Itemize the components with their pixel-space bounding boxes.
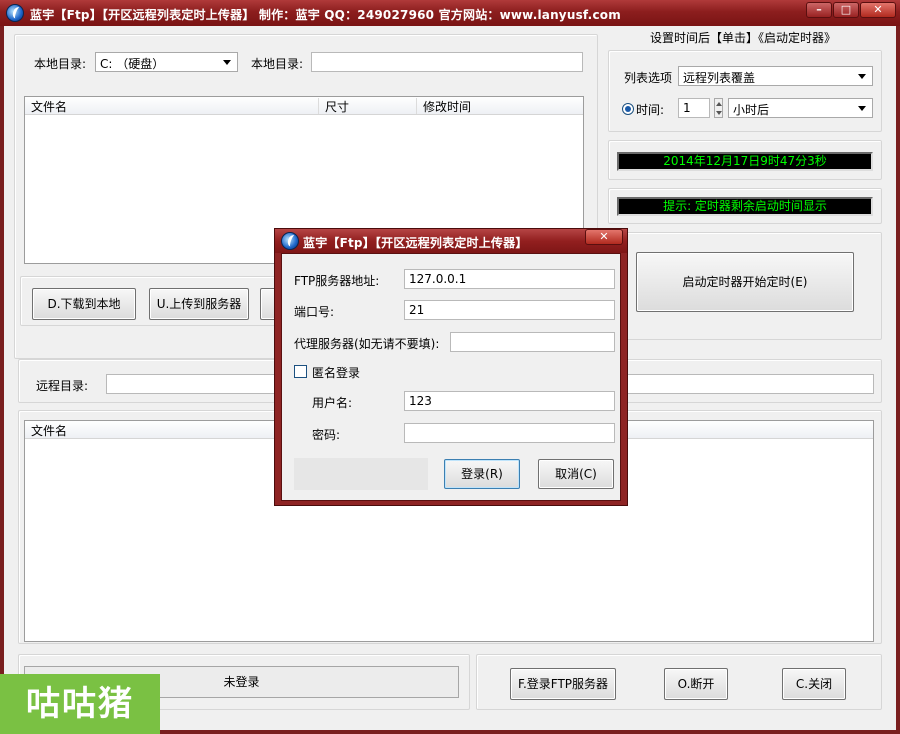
time-spinner[interactable]: [714, 98, 723, 118]
timer-options-group: [608, 50, 882, 132]
local-dir-input[interactable]: [311, 52, 583, 72]
close-window-button[interactable]: ✕: [860, 2, 896, 18]
timer-header: 设置时间后【单击】《启动定时器》: [650, 31, 837, 45]
col-modified[interactable]: 修改时间: [417, 98, 583, 114]
dialog-logo-icon: [281, 232, 299, 250]
username-label: 用户名:: [312, 396, 353, 410]
chevron-down-icon: [223, 60, 231, 65]
server-label: FTP服务器地址:: [294, 274, 380, 288]
main-title-bar[interactable]: 蓝宇【Ftp】【开区远程列表定时上传器】 制作：蓝宇 QQ：249027960 …: [0, 0, 900, 26]
chevron-down-icon: [858, 106, 866, 111]
server-address-input[interactable]: 127.0.0.1: [404, 269, 615, 289]
dialog-client-area: FTP服务器地址: 127.0.0.1 端口号: 21 代理服务器(如无请不要填…: [281, 253, 621, 501]
port-label: 端口号:: [294, 305, 335, 319]
download-button[interactable]: D.下载到本地: [32, 288, 136, 320]
proxy-label: 代理服务器(如无请不要填):: [294, 337, 440, 351]
col-size[interactable]: 尺寸: [319, 98, 417, 114]
datetime-display: 2014年12月17日9时47分3秒: [617, 152, 873, 171]
drive-select[interactable]: C: （硬盘）: [95, 52, 238, 72]
login-dialog: 蓝宇【Ftp】【开区远程列表定时上传器】 ✕ FTP服务器地址: 127.0.0…: [274, 228, 628, 506]
local-dir2-label: 本地目录:: [251, 57, 304, 71]
cancel-button[interactable]: 取消(C): [538, 459, 614, 489]
app-logo-icon: [6, 4, 24, 22]
login-ftp-button[interactable]: F.登录FTP服务器: [510, 668, 616, 700]
dialog-title-bar[interactable]: 蓝宇【Ftp】【开区远程列表定时上传器】 ✕: [275, 229, 627, 253]
time-label: 时间:: [636, 103, 665, 117]
drive-select-value: C: （硬盘）: [100, 57, 165, 71]
time-value-input[interactable]: 1: [678, 98, 710, 118]
login-button[interactable]: 登录(R): [444, 459, 520, 489]
local-dir-label: 本地目录:: [34, 57, 87, 71]
window-title: 蓝宇【Ftp】【开区远程列表定时上传器】 制作：蓝宇 QQ：249027960 …: [30, 8, 621, 22]
anonymous-label: 匿名登录: [312, 366, 361, 380]
password-input[interactable]: [404, 423, 615, 443]
dialog-spacer-panel: [294, 458, 428, 490]
port-input[interactable]: 21: [404, 300, 615, 320]
proxy-input[interactable]: [450, 332, 615, 352]
list-option-value: 远程列表覆盖: [683, 71, 756, 85]
upload-button[interactable]: U.上传到服务器: [149, 288, 249, 320]
remote-dir-label: 远程目录:: [36, 379, 89, 393]
watermark-logo: 咕咕猪: [0, 674, 160, 734]
username-input[interactable]: 123: [404, 391, 615, 411]
countdown-hint-display: 提示: 定时器剩余启动时间显示: [617, 197, 873, 216]
maximize-button[interactable]: □: [833, 2, 859, 18]
spin-down-icon[interactable]: [716, 111, 722, 115]
anonymous-checkbox[interactable]: [294, 365, 307, 378]
start-timer-button[interactable]: 启动定时器开始定时(E): [636, 252, 854, 312]
disconnect-button[interactable]: O.断开: [664, 668, 728, 700]
dialog-close-button[interactable]: ✕: [585, 229, 623, 245]
spin-up-icon[interactable]: [716, 102, 722, 106]
close-app-button[interactable]: C.关闭: [782, 668, 846, 700]
col-filename[interactable]: 文件名: [25, 98, 319, 114]
list-option-label: 列表选项: [624, 71, 673, 85]
local-list-header: 文件名 尺寸 修改时间: [25, 97, 583, 115]
time-unit-select[interactable]: 小时后: [728, 98, 873, 118]
list-option-select[interactable]: 远程列表覆盖: [678, 66, 873, 86]
dialog-title: 蓝宇【Ftp】【开区远程列表定时上传器】: [303, 236, 528, 250]
minimize-button[interactable]: –: [806, 2, 832, 18]
chevron-down-icon: [858, 74, 866, 79]
time-unit-value: 小时后: [733, 103, 770, 117]
password-label: 密码:: [312, 428, 341, 442]
time-radio[interactable]: [622, 103, 634, 115]
